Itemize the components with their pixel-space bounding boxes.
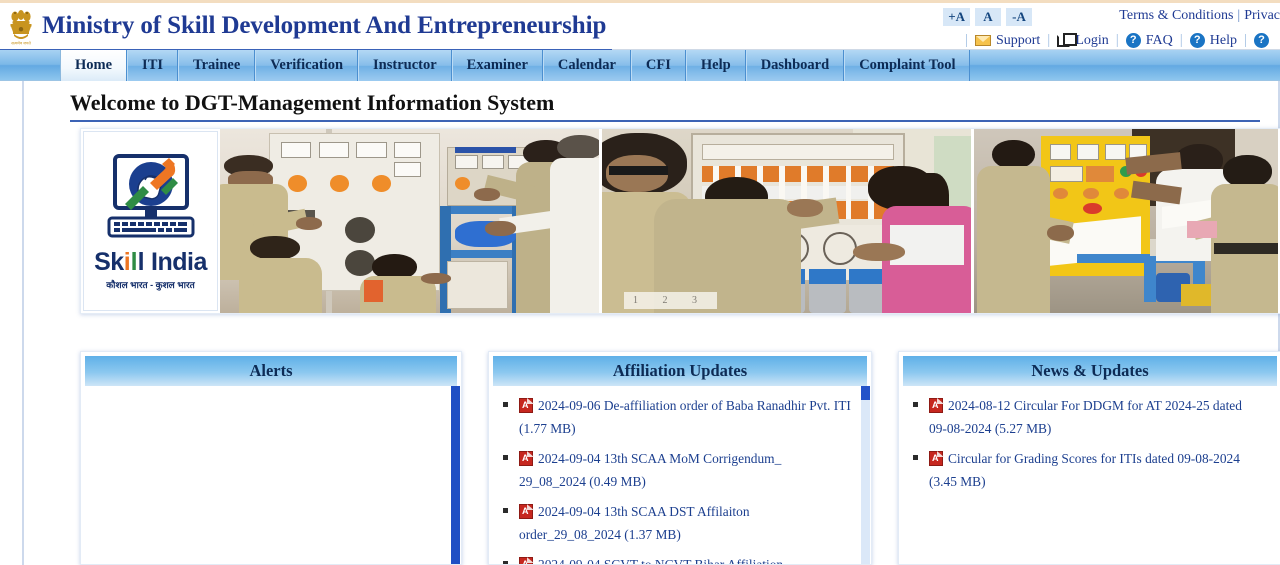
trainees-wiring-distribution-board[interactable]: 1 2 3 xyxy=(602,129,974,313)
main-navigation: Home ITI Trainee Verification Instructor… xyxy=(0,50,1280,81)
affiliation-scrollbar-thumb[interactable] xyxy=(861,386,870,400)
increase-font-button[interactable]: +A xyxy=(943,8,970,26)
question-circle-icon: ? xyxy=(1125,33,1141,48)
carousel-slide-indicators[interactable]: 1 2 3 xyxy=(624,292,717,309)
page-title: Welcome to DGT-Management Information Sy… xyxy=(70,90,555,115)
font-size-controls: +A A -A xyxy=(943,8,1032,26)
pdf-icon xyxy=(929,398,943,413)
affiliation-scrollbar-track[interactable] xyxy=(861,386,870,564)
news-panel-body: 2024-08-12 Circular For DDGM for AT 2024… xyxy=(903,386,1277,564)
utility-separator: | xyxy=(1243,32,1247,48)
pdf-icon xyxy=(929,451,943,467)
question-circle-icon: ? xyxy=(1189,33,1205,48)
page-root: सत्यमेव जयते Ministry of Skill Developme… xyxy=(0,0,1280,565)
trainees-at-yellow-test-bench[interactable] xyxy=(974,129,1278,313)
nav-item-home[interactable]: Home xyxy=(60,50,128,81)
terms-and-conditions-link[interactable]: Terms & Conditions xyxy=(1119,8,1233,23)
pdf-icon xyxy=(519,557,533,564)
alerts-scrollbar[interactable] xyxy=(451,386,460,564)
affiliation-doc-link[interactable]: 2024-09-04 13th SCAA MoM Corrigendum_ 29… xyxy=(519,451,781,489)
list-item: 2024-09-06 De-affiliation order of Baba … xyxy=(497,394,851,440)
login-link[interactable]: Login xyxy=(1075,33,1108,49)
nav-item-cfi[interactable]: CFI xyxy=(630,50,686,81)
news-doc-link[interactable]: 2024-08-12 Circular For DDGM for AT 2024… xyxy=(929,398,1242,436)
nav-item-examiner[interactable]: Examiner xyxy=(451,50,543,81)
site-header: सत्यमेव जयते Ministry of Skill Developme… xyxy=(0,3,1280,51)
nav-item-verification[interactable]: Verification xyxy=(255,50,359,81)
affiliation-list: 2024-09-06 De-affiliation order of Baba … xyxy=(497,394,851,564)
skill-india-wordmark: Skill India xyxy=(91,247,211,276)
skill-india-tagline: कौशल भारत - कुशल भारत xyxy=(106,279,195,290)
list-item: 2024-09-04 13th SCAA MoM Corrigendum_ 29… xyxy=(497,447,851,493)
trainees-at-electrical-control-panel[interactable] xyxy=(220,129,602,313)
pdf-icon xyxy=(519,504,533,520)
skill-india-logo-mark xyxy=(95,152,207,248)
utility-separator: | xyxy=(1179,32,1183,48)
nav-item-iti[interactable]: ITI xyxy=(127,50,179,81)
support-link[interactable]: Support xyxy=(996,33,1040,49)
alerts-panel: Alerts xyxy=(80,351,462,565)
affiliation-panel-body: 2024-09-06 De-affiliation order of Baba … xyxy=(493,386,867,564)
pdf-icon xyxy=(519,451,533,467)
list-item: Circular for Grading Scores for ITIs dat… xyxy=(907,447,1261,493)
utility-links: | Support | Login | ? FAQ | ? Help | ? xyxy=(958,32,1274,49)
list-item: 2024-08-12 Circular For DDGM for AT 2024… xyxy=(907,394,1261,440)
nav-item-instructor[interactable]: Instructor xyxy=(358,50,452,81)
home-banner-carousel[interactable]: Skill India कौशल भारत - कुशल भारत 1 2 3 xyxy=(80,128,1280,314)
utility-separator: | xyxy=(964,32,968,48)
question-circle-icon[interactable]: ? xyxy=(1254,33,1269,48)
external-link-icon xyxy=(1057,32,1078,47)
nav-item-help[interactable]: Help xyxy=(685,50,746,81)
affiliation-doc-link[interactable]: 2024-09-06 De-affiliation order of Baba … xyxy=(519,398,851,436)
national-emblem-icon: सत्यमेव जयते xyxy=(4,3,38,50)
skill-india-logo: Skill India कौशल भारत - कुशल भारत xyxy=(83,131,218,311)
pdf-icon xyxy=(519,398,533,413)
wordmark-sk: Sk xyxy=(94,247,124,276)
news-list: 2024-08-12 Circular For DDGM for AT 2024… xyxy=(907,394,1261,493)
dashboard-panels: Alerts Affiliation Updates 2024-09-06 De… xyxy=(80,351,1280,565)
page-title-underline xyxy=(70,120,1260,122)
alerts-panel-title: Alerts xyxy=(85,356,457,386)
news-updates-panel: News & Updates 2024-08-12 Circular For D… xyxy=(898,351,1280,565)
help-link[interactable]: Help xyxy=(1210,33,1237,49)
mail-icon xyxy=(974,35,991,46)
privacy-policy-link[interactable]: Privac xyxy=(1244,8,1280,23)
news-doc-link[interactable]: Circular for Grading Scores for ITIs dat… xyxy=(929,451,1240,489)
affiliation-doc-link[interactable]: 2024-09-04 13th SCAA DST Affilaiton orde… xyxy=(519,504,750,542)
affiliation-panel-title: Affiliation Updates xyxy=(493,356,867,386)
site-title: Ministry of Skill Development And Entrep… xyxy=(42,12,607,39)
policy-links: Terms & Conditions | Privac xyxy=(1119,8,1280,24)
utility-separator: | xyxy=(1047,32,1051,48)
news-panel-title: News & Updates xyxy=(903,356,1277,386)
nav-item-dashboard[interactable]: Dashboard xyxy=(745,50,845,81)
list-item: 2024-09-04 SCVT to NCVT Bihar Affiliatio… xyxy=(497,553,851,564)
affiliation-doc-link[interactable]: 2024-09-04 SCVT to NCVT Bihar Affiliatio… xyxy=(538,557,783,564)
list-item: 2024-09-04 13th SCAA DST Affilaiton orde… xyxy=(497,500,851,546)
affiliation-updates-panel: Affiliation Updates 2024-09-06 De-affili… xyxy=(488,351,872,565)
content-area: Welcome to DGT-Management Information Sy… xyxy=(22,81,1280,565)
policy-link-separator: | xyxy=(1237,8,1241,23)
alerts-panel-body xyxy=(85,386,457,564)
wordmark-tricolor-ill: ill xyxy=(123,247,145,276)
nav-item-calendar[interactable]: Calendar xyxy=(542,50,631,81)
reset-font-button[interactable]: A xyxy=(975,8,1001,26)
nav-tab-list: Home ITI Trainee Verification Instructor… xyxy=(60,50,971,81)
faq-link[interactable]: FAQ xyxy=(1146,33,1173,49)
decrease-font-button[interactable]: -A xyxy=(1006,8,1032,26)
wordmark-india-text: India xyxy=(151,247,207,276)
nav-item-trainee[interactable]: Trainee xyxy=(178,50,256,81)
utility-separator: | xyxy=(1115,32,1119,48)
nav-item-complaint-tool[interactable]: Complaint Tool xyxy=(844,50,971,81)
svg-text:सत्यमेव जयते: सत्यमेव जयते xyxy=(11,41,31,46)
